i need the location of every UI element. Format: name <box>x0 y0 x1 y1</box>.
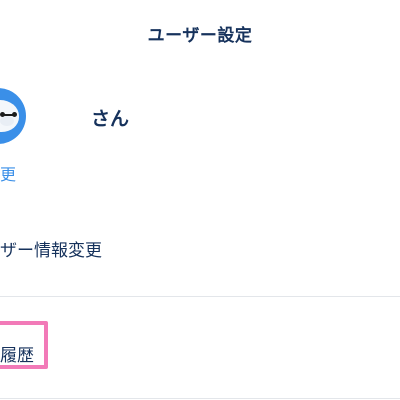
page-title: ユーザー設定 <box>147 26 253 46</box>
divider-bottom <box>0 398 400 399</box>
change-avatar-link[interactable]: 更 <box>0 161 16 185</box>
menu-item-user-info-change[interactable]: ザー情報変更 <box>0 236 102 261</box>
avatar-face-shade <box>0 116 14 126</box>
menu-item-history[interactable]: 履歴 <box>0 341 34 366</box>
divider <box>0 296 400 297</box>
user-settings-screen: ユーザー設定 更 さん ザー情報変更 履歴 <box>0 0 400 400</box>
avatar-eye-right <box>12 112 17 117</box>
avatar[interactable] <box>0 88 26 144</box>
user-name: さん <box>91 108 130 130</box>
